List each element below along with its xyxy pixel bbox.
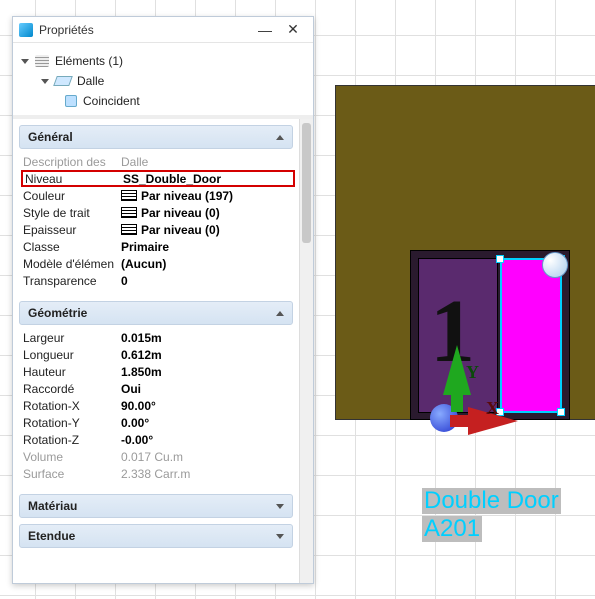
minimize-button[interactable]: —	[251, 17, 279, 42]
gizmo-x-axis[interactable]	[450, 415, 470, 427]
tree-root[interactable]: Eléments (1)	[21, 51, 305, 71]
axis-y-label: Y	[466, 362, 479, 383]
selection-handle[interactable]	[557, 408, 565, 416]
prop-row-modele[interactable]: Modèle d'élémen(Aucun)	[23, 255, 293, 272]
prop-row-roty[interactable]: Rotation-Y0.00°	[23, 414, 293, 431]
panel-title: Propriétés	[39, 23, 94, 37]
prop-row-epaisseur[interactable]: EpaisseurPar niveau (0)	[23, 221, 293, 238]
element-tree[interactable]: Eléments (1) Dalle Coincident	[13, 43, 313, 115]
model-viewport[interactable]: 1 Y X Double Door A201	[310, 0, 595, 599]
expand-icon[interactable]	[276, 504, 284, 509]
prop-row-rotz[interactable]: Rotation-Z-0.00°	[23, 431, 293, 448]
tree-grandchild-label: Coincident	[83, 94, 140, 108]
coincident-icon	[65, 95, 77, 107]
prop-row-style[interactable]: Style de traitPar niveau (0)	[23, 204, 293, 221]
tree-grandchild[interactable]: Coincident	[65, 91, 305, 111]
section-etendue[interactable]: Etendue	[19, 524, 293, 548]
properties-body: Général Description desDalle NiveauSS_Do…	[13, 119, 313, 583]
door-leaf-right-selected[interactable]	[500, 258, 562, 413]
scrollbar-thumb[interactable]	[302, 123, 311, 243]
tree-root-label: Eléments (1)	[55, 54, 123, 68]
hatch-icon	[121, 190, 137, 201]
section-title: Géométrie	[28, 306, 87, 320]
section-geometrie[interactable]: Géométrie	[19, 301, 293, 325]
expand-icon[interactable]	[276, 534, 284, 539]
section-title: Etendue	[28, 529, 75, 543]
panel-icon	[19, 23, 33, 37]
selection-handle[interactable]	[496, 255, 504, 263]
prop-row-description[interactable]: Description desDalle	[23, 153, 293, 170]
section-title: Général	[28, 130, 73, 144]
prop-row-longueur[interactable]: Longueur0.612m	[23, 346, 293, 363]
prop-row-raccorde[interactable]: RaccordéOui	[23, 380, 293, 397]
hatch-icon	[121, 207, 137, 218]
collapse-icon[interactable]	[276, 135, 284, 140]
prop-row-transparence[interactable]: Transparence0	[23, 272, 293, 289]
axis-x-label: X	[486, 398, 499, 419]
tree-child[interactable]: Dalle	[41, 71, 305, 91]
prop-row-hauteur[interactable]: Hauteur1.850m	[23, 363, 293, 380]
slab-icon	[53, 76, 73, 86]
prop-row-rotx[interactable]: Rotation-X90.00°	[23, 397, 293, 414]
properties-scrollbar[interactable]	[299, 119, 313, 583]
section-materiau[interactable]: Matériau	[19, 494, 293, 518]
close-button[interactable]: ✕	[279, 17, 307, 42]
prop-row-niveau[interactable]: NiveauSS_Double_Door	[21, 170, 295, 187]
prop-row-couleur[interactable]: CouleurPar niveau (197)	[23, 187, 293, 204]
section-title: Matériau	[28, 499, 77, 513]
prop-row-surface[interactable]: Surface2.338 Carr.m	[23, 465, 293, 482]
prop-row-classe[interactable]: ClassePrimaire	[23, 238, 293, 255]
collapse-icon[interactable]	[276, 311, 284, 316]
tree-child-label: Dalle	[77, 74, 104, 88]
expand-icon[interactable]	[21, 59, 29, 64]
element-badge-icon[interactable]	[542, 252, 568, 278]
elements-icon	[35, 55, 49, 67]
hatch-icon	[121, 224, 137, 235]
prop-row-volume[interactable]: Volume0.017 Cu.m	[23, 448, 293, 465]
element-annotation-line2[interactable]: A201	[422, 516, 482, 542]
properties-panel: Propriétés — ✕ Eléments (1) Dalle Coinci…	[12, 16, 314, 584]
element-annotation-line1[interactable]: Double Door	[422, 488, 561, 514]
panel-titlebar[interactable]: Propriétés — ✕	[13, 17, 313, 43]
prop-row-largeur[interactable]: Largeur0.015m	[23, 329, 293, 346]
section-general[interactable]: Général	[19, 125, 293, 149]
expand-icon[interactable]	[41, 79, 49, 84]
